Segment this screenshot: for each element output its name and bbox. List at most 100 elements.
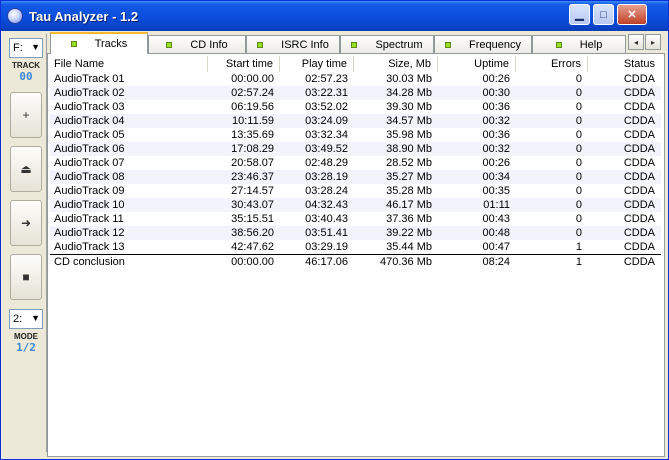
tab-spectrum[interactable]: Spectrum (340, 35, 434, 53)
cell-size: 35.44 Mb (386, 241, 432, 253)
cell-size: 30.03 Mb (386, 73, 432, 85)
table-row[interactable]: AudioTrack 03 06:19.56 03:52.02 39.30 Mb 00:… (50, 100, 661, 114)
column-header-errors[interactable]: Errors (516, 56, 588, 72)
app-window: Tau Analyzer - 1.2 ▁ □ ✕ F: ▼ TRACK 0 0 +… (0, 0, 669, 460)
tab-scroll-right-button[interactable]: ▸ (645, 34, 661, 50)
cell-size: 35.28 Mb (386, 185, 432, 197)
mode-value: 1/2 (16, 341, 36, 354)
cell-play-time: 03:28.24 (305, 185, 348, 197)
cell-start-time: 06:19.56 (231, 101, 274, 113)
drive-select[interactable]: F: ▼ (9, 38, 43, 58)
tab-scroll-left-button[interactable]: ◂ (628, 34, 644, 50)
cell-file-name: AudioTrack 10 (54, 199, 125, 211)
window-title: Tau Analyzer - 1.2 (29, 9, 139, 24)
tab-help[interactable]: Help (532, 35, 626, 53)
table-row[interactable]: AudioTrack 07 20:58.07 02:48.29 28.52 Mb 00:… (50, 156, 661, 170)
stop-icon: ■ (22, 270, 30, 284)
eject-icon: ⏏ (20, 162, 32, 176)
eject-button[interactable]: ⏏ (10, 146, 42, 192)
tab-label: CD Info (190, 38, 228, 51)
cell-size: 39.30 Mb (386, 101, 432, 113)
tab-label: Frequency (469, 38, 521, 51)
tab-tracks[interactable]: Tracks (50, 32, 148, 54)
tab-isrc-info[interactable]: ISRC Info (246, 35, 340, 53)
cell-errors: 1 (575, 241, 582, 253)
column-header-play-time[interactable]: Play time (280, 56, 354, 72)
column-header-file-name[interactable]: File Name (50, 56, 208, 72)
cell-size: 39.22 Mb (386, 227, 432, 239)
cell-start-time: 38:56.20 (231, 227, 274, 239)
cell-errors: 0 (575, 87, 582, 99)
cell-uptime: 00:35 (482, 185, 510, 197)
table-row[interactable]: AudioTrack 02 02:57.24 03:22.31 34.28 Mb 00:… (50, 86, 661, 100)
table-row[interactable]: AudioTrack 12 38:56.20 03:51.41 39.22 Mb 00:… (50, 226, 661, 240)
cell-uptime: 00:48 (482, 227, 510, 239)
cell-play-time: 04:32.43 (305, 199, 348, 211)
app-disc-icon[interactable] (7, 8, 23, 24)
cell-uptime: 00:34 (482, 171, 510, 183)
table-row[interactable]: AudioTrack 08 23:46.37 03:28.19 35.27 Mb 00:… (50, 170, 661, 184)
cell-uptime: 00:26 (482, 157, 510, 169)
table-row[interactable]: AudioTrack 01 00:00.00 02:57.23 30.03 Mb 00:… (50, 72, 661, 86)
table-row[interactable]: AudioTrack 10 30:43.07 04:32.43 46.17 Mb 01:… (50, 198, 661, 212)
cell-play-time: 02:48.29 (305, 157, 348, 169)
track-label: TRACK (12, 61, 40, 70)
column-header-uptime[interactable]: Uptime (438, 56, 516, 72)
cell-size: 38.90 Mb (386, 143, 432, 155)
chevron-down-icon: ▼ (31, 313, 40, 323)
table-row[interactable]: AudioTrack 06 17:08.29 03:49.52 38.90 Mb 00:… (50, 142, 661, 156)
title-bar[interactable]: Tau Analyzer - 1.2 ▁ □ ✕ (1, 1, 668, 31)
cell-size: 28.52 Mb (386, 157, 432, 169)
cell-errors: 0 (575, 171, 582, 183)
close-button[interactable]: ✕ (617, 4, 647, 25)
table-row[interactable]: AudioTrack 04 10:11.59 03:24.09 34.57 Mb 00:… (50, 114, 661, 128)
tab-cd-info[interactable]: CD Info (148, 35, 246, 53)
summary-row[interactable]: CD conclusion 00:00.00 46:17.06 470.36 Mb 08… (50, 254, 661, 269)
cell-status: CDDA (623, 87, 655, 99)
cell-play-time: 03:52.02 (305, 101, 348, 113)
cell-file-name: AudioTrack 13 (54, 241, 125, 253)
cell-errors: 0 (575, 227, 582, 239)
status-dot-icon (555, 41, 562, 48)
speed-select[interactable]: 2: ▼ (9, 309, 43, 329)
tab-label: Help (579, 38, 603, 51)
column-header-start-time[interactable]: Start time (208, 56, 280, 72)
cell-status: CDDA (623, 129, 655, 141)
column-header-status[interactable]: Status (588, 56, 661, 72)
plus-icon: + (22, 108, 30, 122)
table-row[interactable]: AudioTrack 11 35:15.51 03:40.43 37.36 Mb 00:… (50, 212, 661, 226)
cell-status: CDDA (623, 227, 655, 239)
cell-errors: 0 (575, 143, 582, 155)
cell-status: CDDA (623, 171, 655, 183)
table-row[interactable]: AudioTrack 05 13:35.69 03:32.34 35.98 Mb 00:… (50, 128, 661, 142)
cell-start-time: 13:35.69 (231, 129, 274, 141)
cell-uptime: 00:32 (482, 143, 510, 155)
cell-status: CDDA (623, 115, 655, 127)
table-row[interactable]: AudioTrack 13 42:47.62 03:29.19 35.44 Mb 00:… (50, 240, 661, 254)
cell-status: CDDA (623, 157, 655, 169)
summary-cell-file-name: CD conclusion (54, 256, 125, 268)
cell-status: CDDA (623, 213, 655, 225)
cell-file-name: AudioTrack 11 (54, 213, 124, 225)
cell-start-time: 17:08.29 (231, 143, 274, 155)
cell-uptime: 00:32 (482, 115, 510, 127)
cell-uptime: 00:26 (482, 73, 510, 85)
stop-button[interactable]: ■ (10, 254, 42, 300)
cell-file-name: AudioTrack 01 (54, 73, 125, 85)
add-button[interactable]: + (10, 92, 42, 138)
cell-file-name: AudioTrack 09 (54, 185, 125, 197)
table-row[interactable]: AudioTrack 09 27:14.57 03:28.24 35.28 Mb 00:… (50, 184, 661, 198)
summary-cell-status: CDDA (623, 256, 655, 268)
tab-frequency[interactable]: Frequency (434, 35, 532, 53)
cell-status: CDDA (623, 143, 655, 155)
minimize-button[interactable]: ▁ (569, 4, 590, 25)
column-header-size[interactable]: Size, Mb (354, 56, 438, 72)
cell-errors: 0 (575, 199, 582, 211)
cell-status: CDDA (623, 185, 655, 197)
status-dot-icon (351, 41, 358, 48)
chevron-down-icon: ▼ (31, 42, 40, 52)
play-button[interactable]: ➜ (10, 200, 42, 246)
cell-errors: 0 (575, 185, 582, 197)
maximize-button[interactable]: □ (593, 4, 614, 25)
cell-file-name: AudioTrack 06 (54, 143, 125, 155)
